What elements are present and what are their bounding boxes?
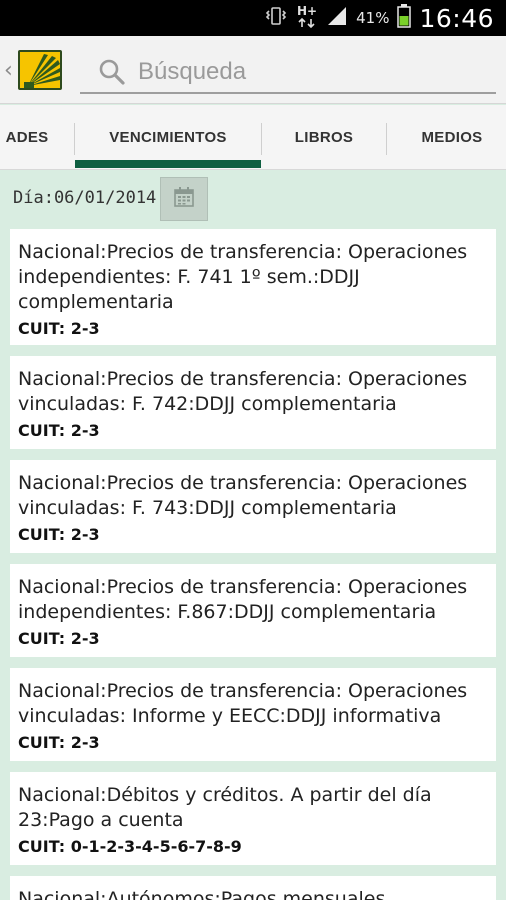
action-bar: ‹ Búsqueda — [0, 36, 506, 104]
network-type-icon: H+ — [296, 3, 318, 33]
item-cuit: CUIT: 2-3 — [18, 319, 100, 338]
battery-icon — [397, 4, 412, 32]
list-item[interactable]: Nacional:Precios de transferencia: Opera… — [10, 356, 496, 449]
status-bar: H+ 41% 16:46 — [0, 0, 506, 36]
item-description: Nacional:Precios de transferencia: Opera… — [18, 576, 468, 623]
item-cuit: CUIT: 2-3 — [18, 525, 100, 544]
signal-icon — [326, 5, 348, 31]
item-description: Nacional:Autónomos:Pagos mensuales — [18, 888, 386, 900]
tab-selected-indicator — [75, 160, 261, 168]
item-description: Nacional:Precios de transferencia: Opera… — [18, 680, 468, 727]
item-description: Nacional:Débitos y créditos. A partir de… — [18, 784, 432, 831]
list-item[interactable]: Nacional:Precios de transferencia: Opera… — [10, 460, 496, 553]
item-cuit: CUIT: 2-3 — [18, 733, 100, 752]
back-icon[interactable]: ‹ — [4, 58, 13, 83]
item-description: Nacional:Precios de transferencia: Opera… — [18, 472, 468, 519]
battery-percent: 41% — [356, 9, 390, 27]
calendar-icon — [172, 185, 196, 213]
search-field[interactable]: Búsqueda — [80, 50, 496, 94]
item-description: Nacional:Precios de transferencia: Opera… — [18, 241, 468, 313]
list-item[interactable]: Nacional:Precios de transferencia: Opera… — [10, 229, 496, 345]
item-description: Nacional:Precios de transferencia: Opera… — [18, 368, 468, 415]
tab-medios[interactable]: MEDIOS — [387, 105, 506, 170]
list-item[interactable]: Nacional:Precios de transferencia: Opera… — [10, 564, 496, 657]
clock: 16:46 — [419, 3, 494, 33]
search-icon — [98, 58, 126, 90]
tab-libros[interactable]: LIBROS — [262, 105, 386, 170]
list-item[interactable]: Nacional:Autónomos:Pagos mensuales — [10, 876, 496, 900]
calendar-button[interactable] — [160, 177, 208, 221]
status-icons: H+ 41% 16:46 — [264, 0, 494, 36]
svg-text:H+: H+ — [297, 4, 317, 18]
date-label: Día:06/01/2014 — [13, 188, 157, 208]
list-item[interactable]: Nacional:Precios de transferencia: Opera… — [10, 668, 496, 761]
tab-actividades[interactable]: ADES — [0, 105, 62, 170]
search-placeholder: Búsqueda — [138, 58, 247, 85]
app-logo[interactable] — [18, 50, 62, 90]
item-cuit: CUIT: 0-1-2-3-4-5-6-7-8-9 — [18, 837, 242, 856]
item-cuit: CUIT: 2-3 — [18, 421, 100, 440]
item-cuit: CUIT: 2-3 — [18, 629, 100, 648]
list-item[interactable]: Nacional:Débitos y créditos. A partir de… — [10, 772, 496, 865]
vibrate-icon — [264, 6, 288, 30]
